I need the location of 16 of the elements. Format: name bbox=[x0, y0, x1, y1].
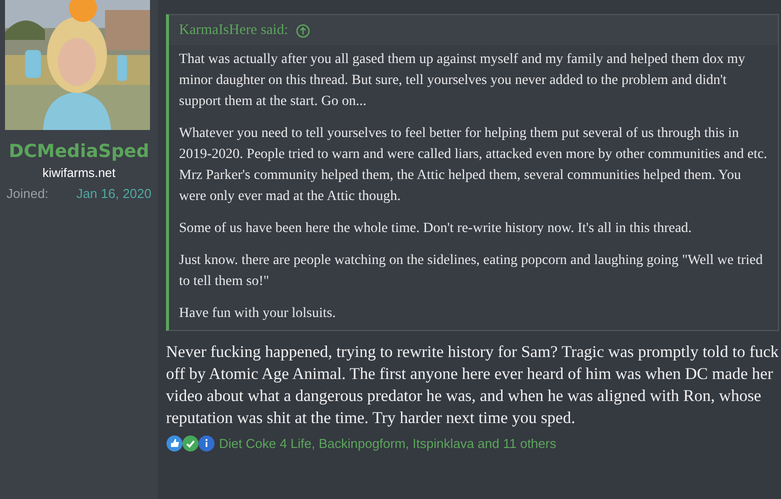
quote-paragraph: Have fun with your lolsuits. bbox=[179, 305, 337, 323]
post-text: Never fucking happened, trying to rewrite history for Sam? Tragic was promptly told to fuck off by Atomic Age Animal. The first anyone here ever heard of him was when DC made her video about what a dangerous predator he was, and when he was aligned with Ron, whose reputation was shit at the time. Try harder next time you sped. bbox=[166, 341, 779, 429]
informative-reaction-icon bbox=[198, 435, 215, 452]
quote-paragraph: Some of us have been here the whole time. Don't re-write history now. It's all in this thread. bbox=[179, 220, 693, 238]
quote-attribution[interactable]: KarmaIsHere said: bbox=[179, 22, 288, 39]
user-title: kiwifarms.net bbox=[42, 166, 116, 180]
username-link[interactable]: DCMediaSped bbox=[8, 141, 150, 162]
quote-paragraph: Whatever you need to tell yourselves to feel better for helping them put several of us through this in 2019-2020. People tried to warn and were called liars, attacked even more by other communities and etc. Mrz Parker's community helped them, the Attic helped them, several communities helped them. You were only ever mad at the Attic though. bbox=[179, 125, 768, 206]
joined-label: Joined: bbox=[6, 186, 48, 201]
jump-to-quote-icon[interactable] bbox=[296, 24, 310, 38]
quote-paragraph: Just know. there are people watching on the sidelines, eating popcorn and laughing going "Well we tried to tell them so!" bbox=[179, 252, 764, 291]
agree-reaction-icon bbox=[182, 435, 199, 452]
like-reaction-icon bbox=[166, 435, 183, 452]
reaction-list-link[interactable]: Diet Coke 4 Life, Backinpogform, Itspinklava and 11 others bbox=[219, 436, 556, 451]
quote-paragraph: That was actually after you all gased them up against myself and my family and helped them dox my minor daughter on this thread. But sure, tell yourselves you never added to the problem and didn't support them at the start. Go on... bbox=[179, 51, 746, 111]
joined-date: Jan 16, 2020 bbox=[76, 186, 152, 201]
